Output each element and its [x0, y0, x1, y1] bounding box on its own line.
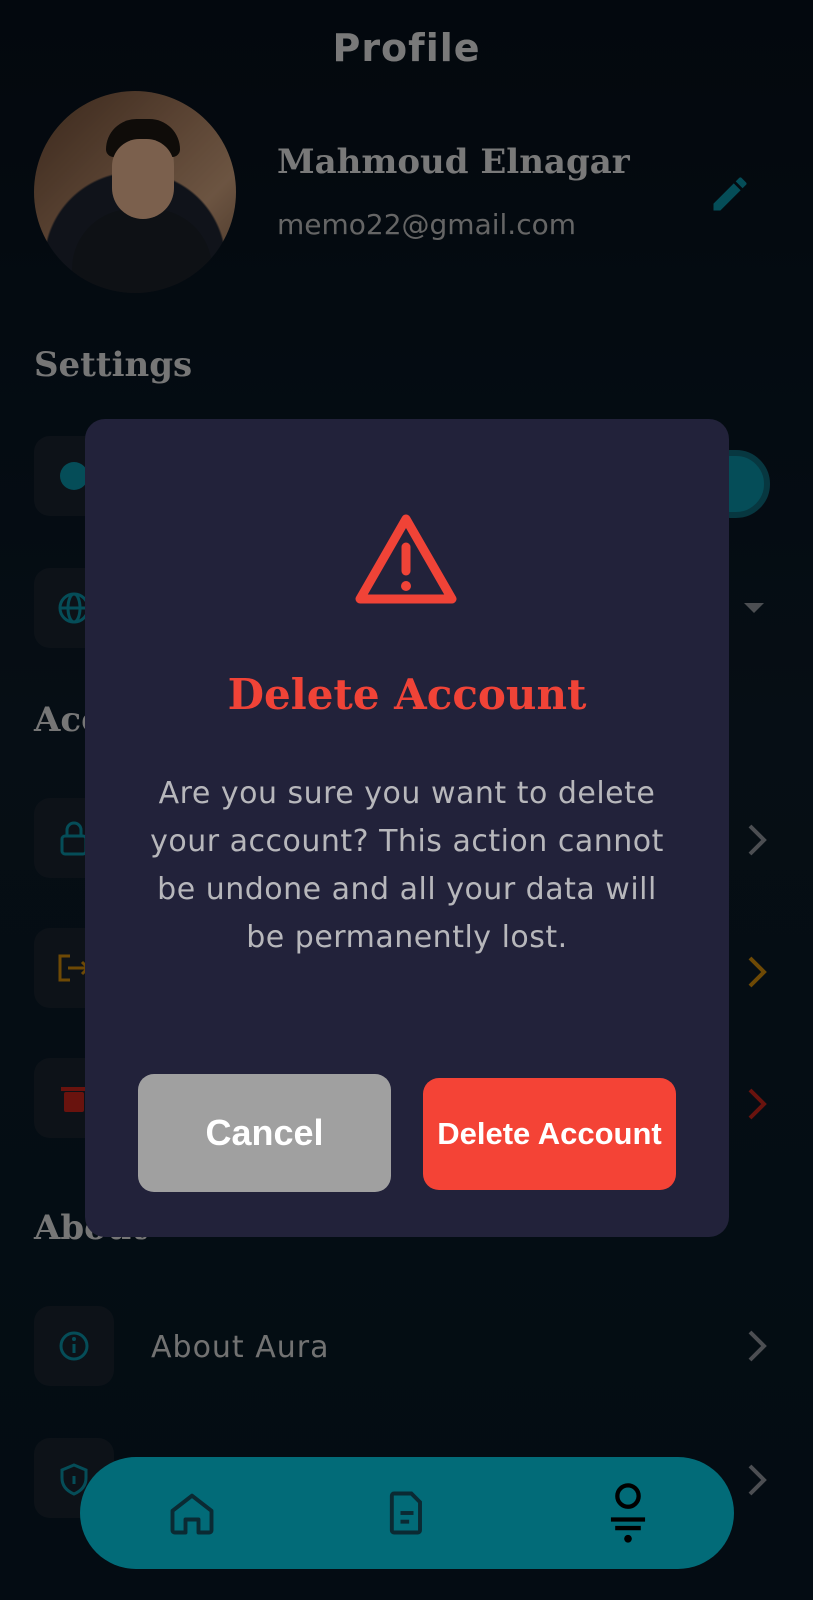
- cancel-button[interactable]: Cancel: [138, 1074, 391, 1192]
- document-icon[interactable]: [381, 1487, 433, 1539]
- delete-account-button[interactable]: Delete Account: [423, 1078, 676, 1190]
- dialog-title: Delete Account: [227, 670, 587, 719]
- dialog-message: Are you sure you want to delete your acc…: [150, 776, 664, 955]
- profile-icon[interactable]: [602, 1479, 654, 1543]
- warning-icon: [355, 514, 457, 604]
- bottom-nav: [80, 1457, 734, 1569]
- home-icon[interactable]: [166, 1487, 218, 1539]
